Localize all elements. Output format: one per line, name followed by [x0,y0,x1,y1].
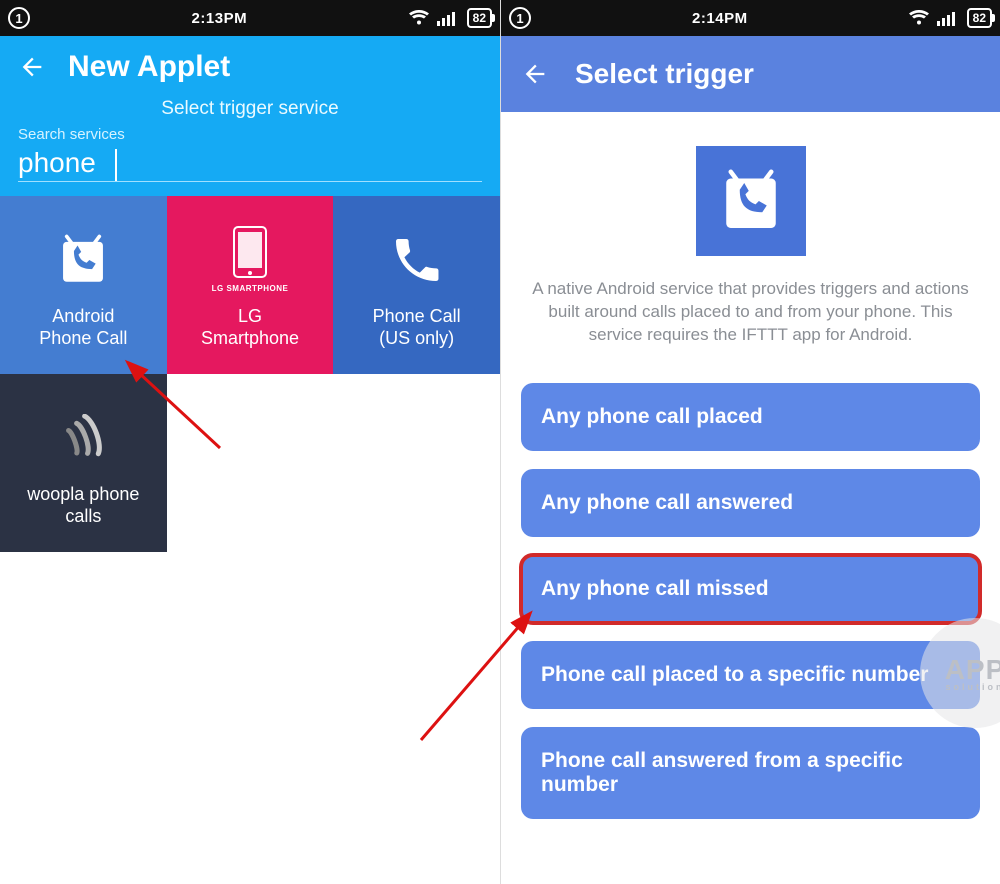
sim-indicator: 1 [509,7,531,29]
lg-caption: LG SMARTPHONE [212,284,289,293]
service-label: woopla phonecalls [27,483,139,528]
battery-indicator: 82 [967,8,992,28]
signal-icon [937,10,959,26]
wifi-icon [409,10,429,26]
battery-indicator: 82 [467,8,492,28]
woopla-icon [54,399,112,477]
screen-select-trigger: 1 2:14PM 82 Select trigger A native Andr… [500,0,1000,884]
status-time: 2:14PM [531,10,909,27]
status-bar: 1 2:14PM 82 [501,0,1000,36]
empty-area [0,552,500,852]
header: Select trigger [501,36,1000,112]
back-arrow-icon[interactable] [18,53,46,81]
phone-handset-icon [389,221,445,299]
service-phone-call-us[interactable]: Phone Call(US only) [333,196,500,374]
service-label: LGSmartphone [201,305,299,350]
search-label: Search services [18,126,482,143]
signal-icon [437,10,459,26]
android-phone-icon [696,146,806,256]
android-phone-icon [54,221,112,299]
page-title: Select trigger [575,58,754,90]
screen-new-applet: 1 2:13PM 82 New Applet Select trigger se… [0,0,500,884]
service-description: A native Android service that provides t… [527,278,974,347]
trigger-call-answered-specific[interactable]: Phone call answered from a specific numb… [521,727,980,819]
trigger-any-call-missed[interactable]: Any phone call missed [521,555,980,623]
service-woopla[interactable]: woopla phonecalls [0,374,167,552]
service-label: Phone Call(US only) [373,305,461,350]
lg-phone-icon: LG SMARTPHONE [212,221,289,299]
wifi-icon [909,10,929,26]
status-bar: 1 2:13PM 82 [0,0,500,36]
text-cursor-icon [115,149,117,181]
search-input[interactable] [18,143,482,182]
header: New Applet Select trigger service Search… [0,36,500,196]
service-android-phone-call[interactable]: AndroidPhone Call [0,196,167,374]
service-grid: AndroidPhone Call LG SMARTPHONE LGSmartp… [0,196,500,552]
trigger-list: Any phone call placed Any phone call ans… [501,383,1000,819]
status-time: 2:13PM [30,10,409,27]
back-arrow-icon[interactable] [521,60,549,88]
trigger-call-placed-specific[interactable]: Phone call placed to a specific number [521,641,980,709]
page-title: New Applet [68,50,230,84]
service-hero: A native Android service that provides t… [501,146,1000,347]
service-lg-smartphone[interactable]: LG SMARTPHONE LGSmartphone [167,196,334,374]
page-subtitle: Select trigger service [18,98,482,120]
trigger-any-call-placed[interactable]: Any phone call placed [521,383,980,451]
trigger-any-call-answered[interactable]: Any phone call answered [521,469,980,537]
service-label: AndroidPhone Call [39,305,127,350]
sim-indicator: 1 [8,7,30,29]
